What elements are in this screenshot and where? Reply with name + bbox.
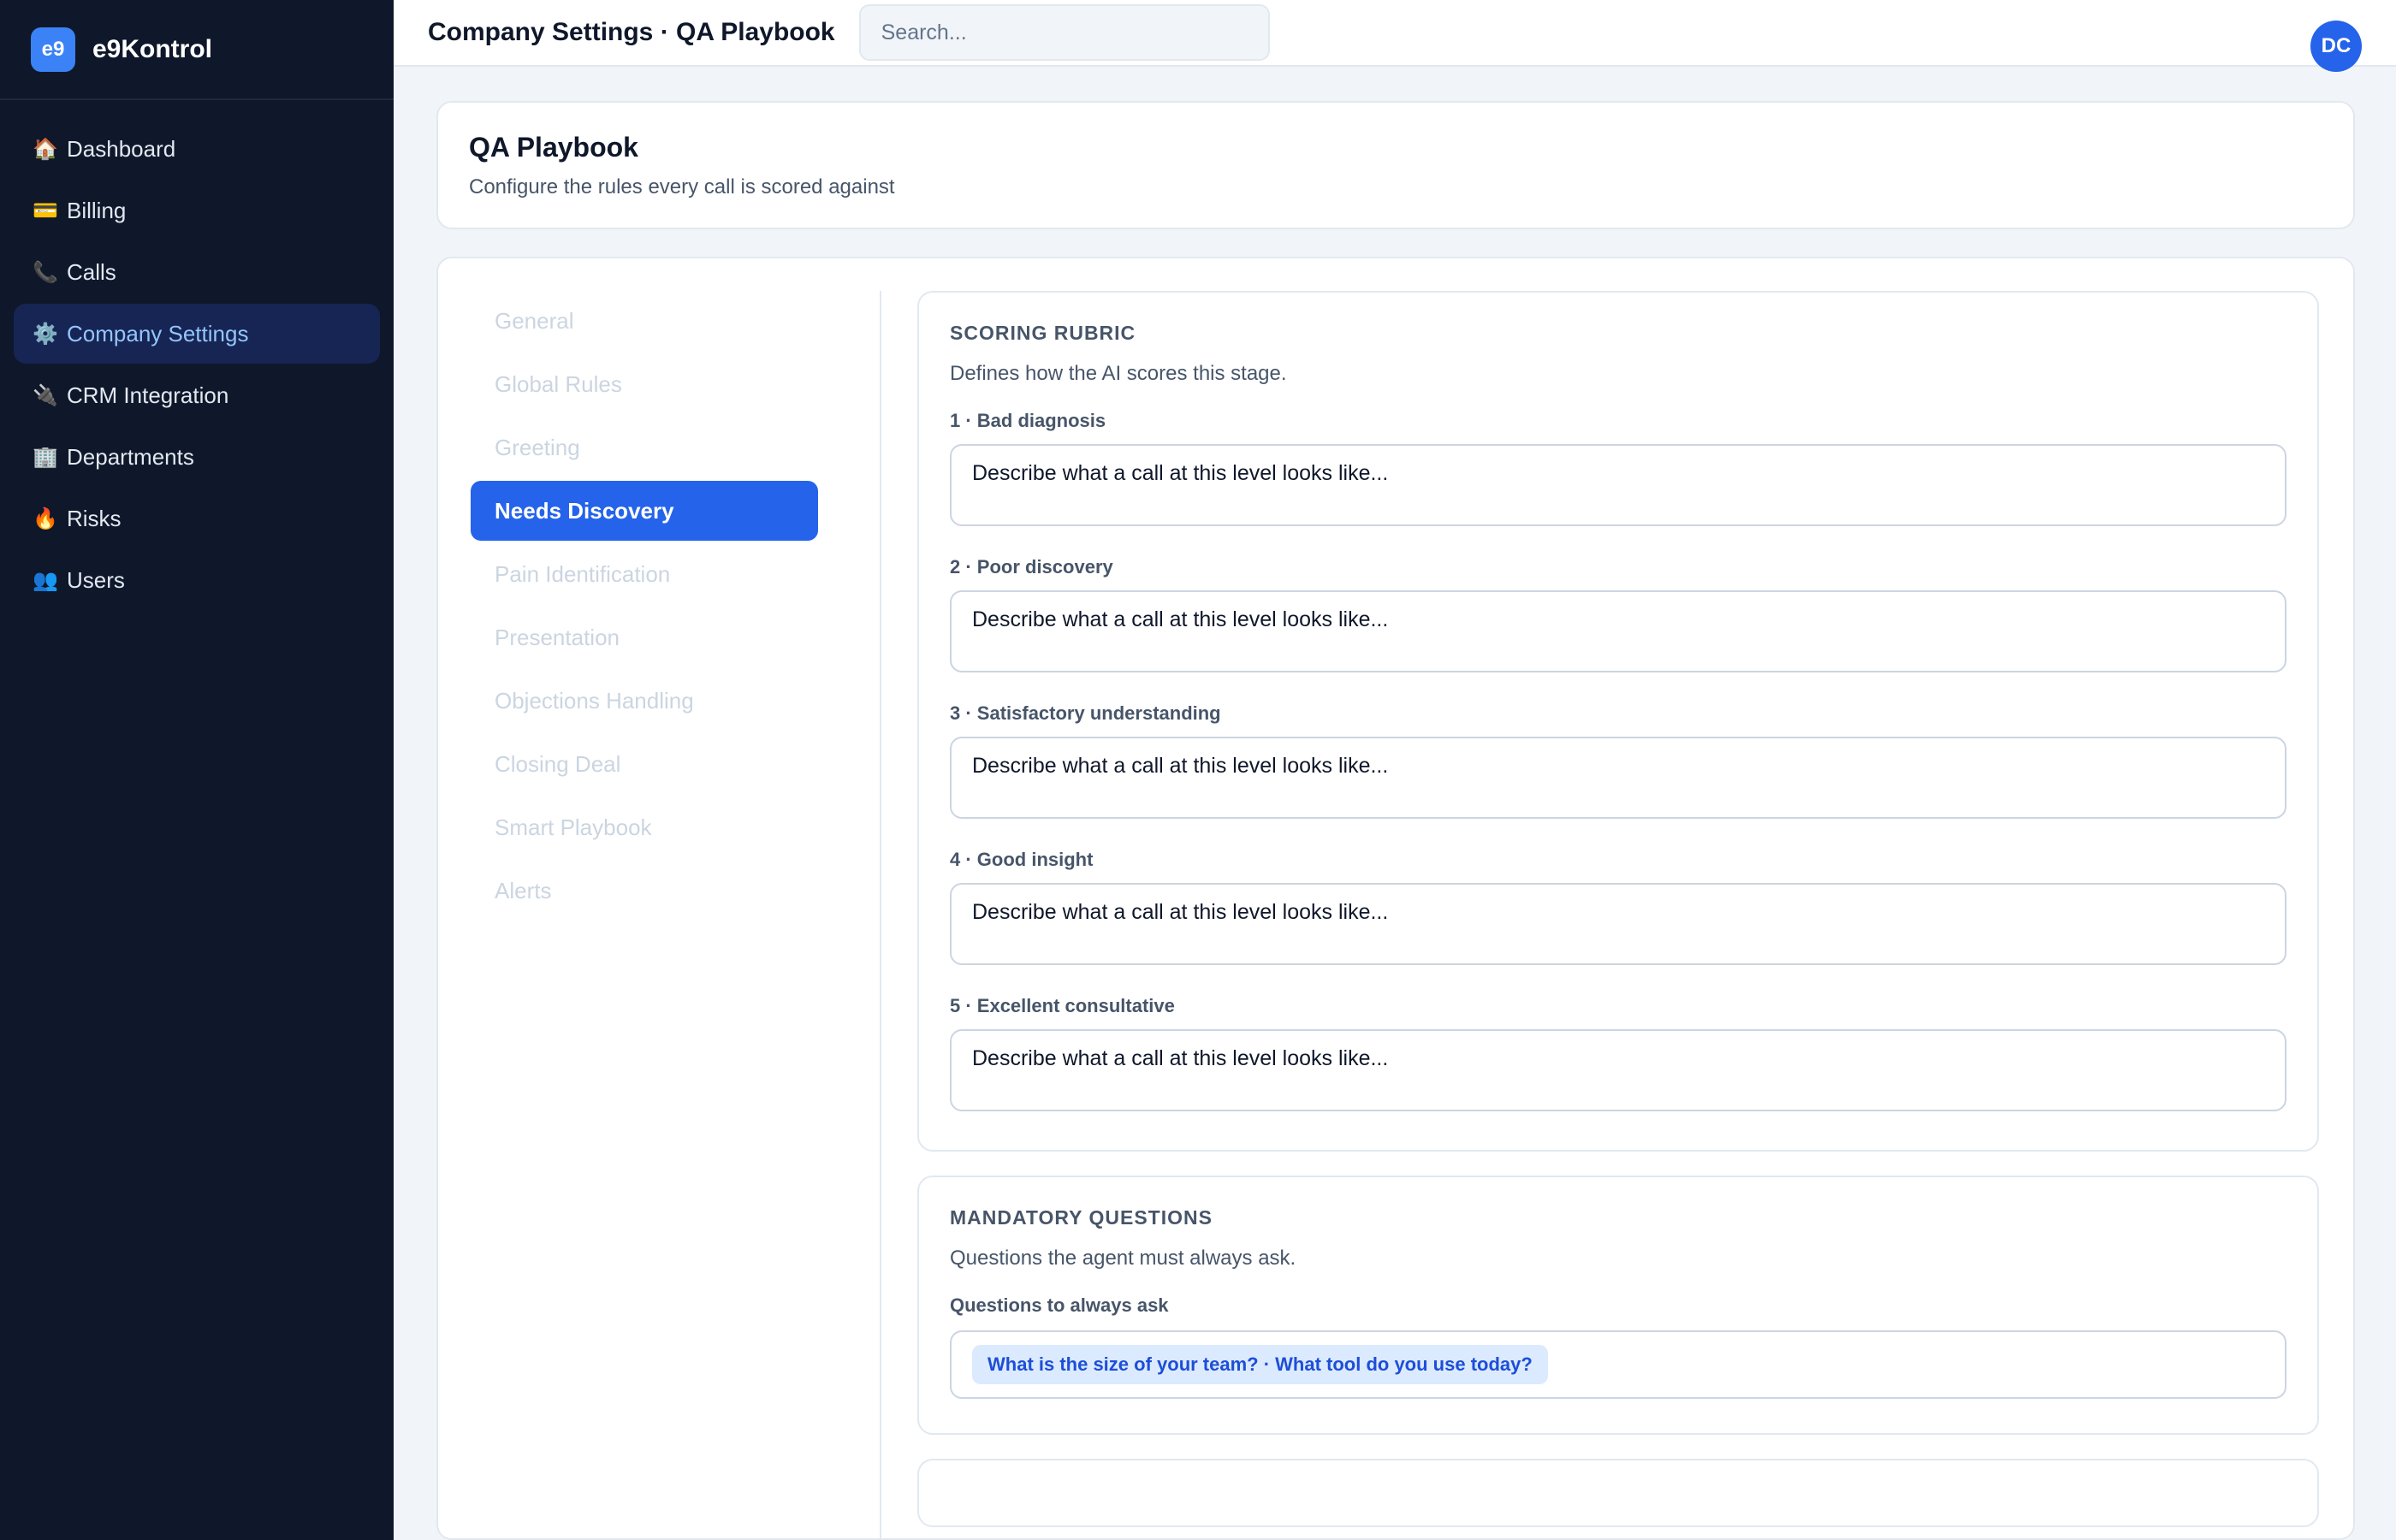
stage-tab-general[interactable]: General [471, 291, 818, 351]
sidebar-item-crm-integration[interactable]: 🔌 CRM Integration [14, 365, 380, 425]
topbar: Company Settings · QA Playbook DC [394, 0, 2396, 72]
sidebar-item-departments[interactable]: 🏢 Departments [14, 427, 380, 487]
stage-list: General Global Rules Greeting Needs Discove… [471, 291, 881, 1538]
search-input[interactable] [858, 4, 1270, 61]
questions-tags-input[interactable]: What is the size of your team? · What to… [950, 1330, 2286, 1399]
mandatory-questions-title: MANDATORY QUESTIONS [950, 1206, 1213, 1229]
rubric-level-1-input[interactable] [950, 444, 2286, 526]
plug-icon: 🔌 [33, 383, 58, 407]
stage-tab-greeting[interactable]: Greeting [471, 418, 818, 477]
question-tag[interactable]: What is the size of your team? · What to… [972, 1345, 1548, 1384]
stage-tab-presentation[interactable]: Presentation [471, 607, 818, 667]
sidebar-item-company-settings[interactable]: ⚙️ Company Settings [14, 304, 380, 364]
scoring-rubric-title: SCORING RUBRIC [950, 322, 1136, 344]
sidebar: e9 e9Kontrol 🏠 Dashboard 💳 Billing 📞 Calls ⚙️ C… [0, 0, 394, 1540]
rubric-level-5-input[interactable] [950, 1029, 2286, 1111]
stage-tab-smart-playbook[interactable]: Smart Playbook [471, 797, 818, 857]
rubric-level-4-input[interactable] [950, 883, 2286, 965]
stage-tab-objections-handling[interactable]: Objections Handling [471, 671, 818, 731]
sidebar-item-billing[interactable]: 💳 Billing [14, 181, 380, 240]
sidebar-item-label: Dashboard [67, 135, 176, 162]
sidebar-item-risks[interactable]: 🔥 Risks [14, 489, 380, 548]
rubric-level-label: 2 · Poor discovery [950, 556, 1113, 578]
mandatory-questions-description: Questions the agent must always ask. [950, 1247, 1296, 1270]
main-area: Company Settings · QA Playbook DC QA Pla… [394, 0, 2396, 1540]
questions-field-label: Questions to always ask [950, 1294, 1169, 1316]
brand-name: e9Kontrol [92, 34, 213, 63]
sidebar-item-label: Departments [67, 443, 194, 470]
sidebar-item-label: Calls [67, 258, 116, 285]
stage-tab-alerts[interactable]: Alerts [471, 861, 818, 921]
scoring-rubric-description: Defines how the AI scores this stage. [950, 362, 1287, 385]
building-icon: 🏢 [33, 445, 58, 469]
rubric-level-3-input[interactable] [950, 737, 2286, 819]
rubric-level-label: 4 · Good insight [950, 849, 1094, 870]
page-header-card: QA Playbook Configure the rules every ca… [436, 101, 2355, 229]
next-panel-stub [917, 1459, 2319, 1527]
stage-tab-closing-deal[interactable]: Closing Deal [471, 734, 818, 794]
rubric-level-label: 1 · Bad diagnosis [950, 410, 1106, 431]
stage-tab-needs-discovery[interactable]: Needs Discovery [471, 481, 818, 541]
gear-icon: ⚙️ [33, 322, 58, 346]
house-icon: 🏠 [33, 137, 58, 161]
sidebar-item-label: Billing [67, 197, 127, 223]
page-subtitle: Configure the rules every call is scored… [469, 175, 895, 198]
users-icon: 👥 [33, 568, 58, 592]
sidebar-item-label: CRM Integration [67, 382, 229, 408]
sidebar-item-calls[interactable]: 📞 Calls [14, 242, 380, 302]
brand[interactable]: e9 e9Kontrol [0, 0, 394, 100]
scoring-rubric-panel: SCORING RUBRIC Defines how the AI scores… [917, 291, 2319, 1152]
playbook-card: General Global Rules Greeting Needs Discove… [436, 257, 2355, 1540]
sidebar-item-label: Risks [67, 505, 122, 531]
app-root: e9 e9Kontrol 🏠 Dashboard 💳 Billing 📞 Calls ⚙️ C… [0, 0, 2396, 1540]
sidebar-item-label: Users [67, 566, 125, 593]
phone-icon: 📞 [33, 260, 58, 284]
credit-card-icon: 💳 [33, 198, 58, 222]
mandatory-questions-panel: MANDATORY QUESTIONS Questions the agent … [917, 1176, 2319, 1435]
sidebar-nav: 🏠 Dashboard 💳 Billing 📞 Calls ⚙️ Company Settin… [0, 100, 394, 610]
sidebar-item-label: Company Settings [67, 320, 249, 346]
avatar[interactable]: DC [2310, 21, 2362, 72]
page-title: QA Playbook [469, 132, 638, 163]
stage-tab-global-rules[interactable]: Global Rules [471, 354, 818, 414]
brand-logo: e9 [31, 27, 75, 72]
content: QA Playbook Configure the rules every ca… [394, 67, 2396, 1540]
rubric-level-label: 5 · Excellent consultative [950, 995, 1175, 1016]
fire-icon: 🔥 [33, 506, 58, 530]
stage-panels: SCORING RUBRIC Defines how the AI scores… [881, 291, 2319, 1538]
rubric-level-2-input[interactable] [950, 590, 2286, 672]
rubric-levels: 1 · Bad diagnosis 2 · Poor discovery 3 · S… [950, 410, 2286, 1116]
stage-tab-pain-identification[interactable]: Pain Identification [471, 544, 818, 604]
sidebar-item-users[interactable]: 👥 Users [14, 550, 380, 610]
page-breadcrumb-title: Company Settings · QA Playbook [428, 18, 835, 46]
sidebar-item-dashboard[interactable]: 🏠 Dashboard [14, 119, 380, 179]
rubric-level-label: 3 · Satisfactory understanding [950, 702, 1221, 724]
